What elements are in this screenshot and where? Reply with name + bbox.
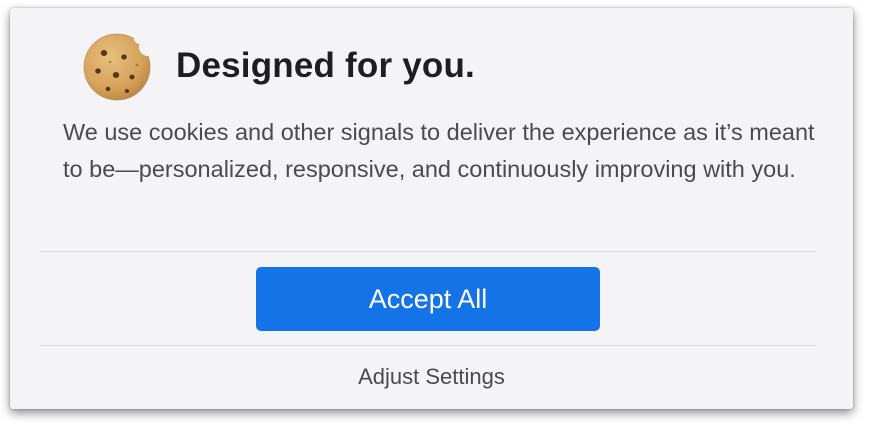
dialog-header: Designed for you. [82, 30, 475, 102]
divider [40, 251, 816, 252]
cookie-icon [83, 33, 151, 101]
adjust-settings-link[interactable]: Adjust Settings [10, 364, 853, 390]
accept-all-button[interactable]: Accept All [256, 267, 600, 331]
divider [40, 345, 816, 346]
dialog-message: We use cookies and other signals to deli… [63, 119, 815, 182]
cookie-consent-dialog: Designed for you. We use cookies and oth… [10, 8, 853, 409]
dialog-title: Designed for you. [176, 46, 475, 85]
